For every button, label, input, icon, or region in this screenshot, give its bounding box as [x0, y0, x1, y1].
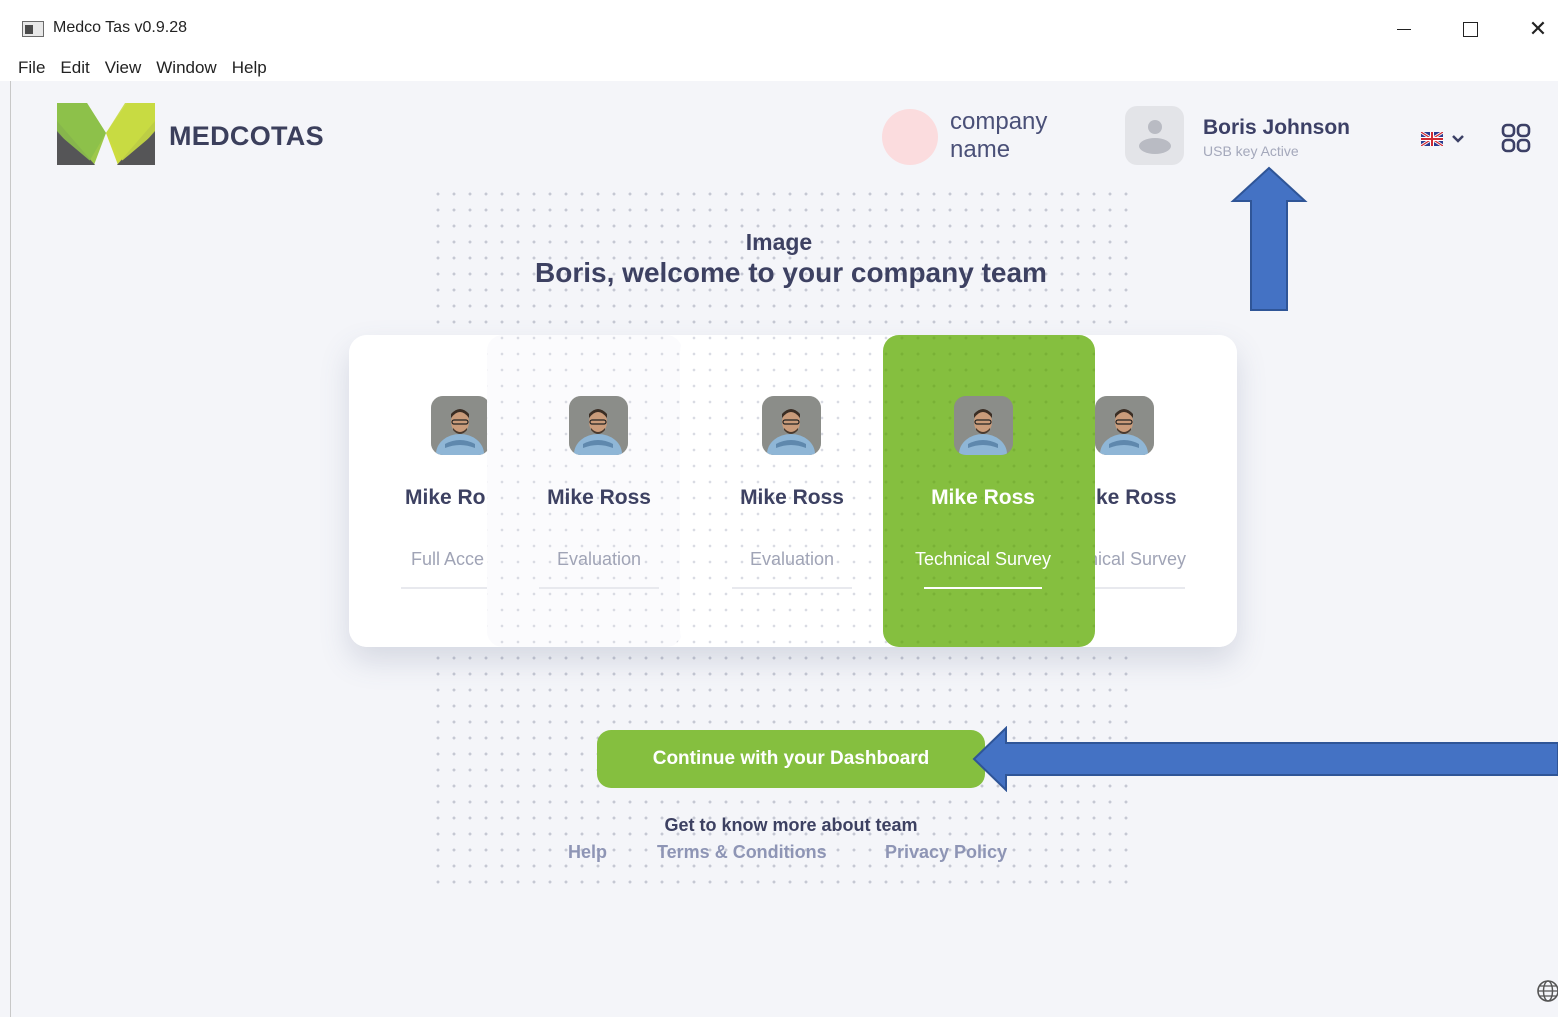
team-member-card[interactable]: Mike Ross Evaluation — [680, 335, 905, 647]
title-bar: Medco Tas v0.9.28 ✕ — [0, 0, 1558, 55]
member-photo — [954, 396, 1013, 455]
member-photo — [431, 396, 489, 455]
member-photo — [762, 396, 821, 455]
privacy-link[interactable]: Privacy Policy — [885, 842, 1007, 863]
team-member-card-selected[interactable]: Mike Ross Technical Survey — [883, 335, 1095, 647]
image-placeholder-label: Image — [745, 229, 813, 255]
member-name: Mike Ro — [405, 486, 486, 509]
grid-icon[interactable] — [1501, 122, 1531, 154]
role-underline — [924, 587, 1042, 589]
member-photo — [569, 396, 628, 455]
team-info-text: Get to know more about team — [664, 815, 918, 835]
member-role: Technical Survey — [914, 549, 1052, 569]
role-underline — [1095, 587, 1185, 589]
user-name[interactable]: Boris Johnson — [1203, 116, 1350, 140]
globe-icon[interactable] — [1535, 978, 1558, 1004]
member-name: Mike Ross — [931, 486, 1035, 509]
continue-dashboard-button[interactable]: Continue with your Dashboard — [597, 730, 985, 788]
member-role: Full Acce — [411, 549, 485, 569]
user-silhouette-icon — [1139, 120, 1171, 154]
member-role: Evaluation — [749, 549, 835, 569]
menu-edit[interactable]: Edit — [60, 58, 89, 78]
menu-file[interactable]: File — [18, 58, 45, 78]
menu-bar: File Edit View Window Help — [0, 55, 1558, 81]
role-underline — [732, 587, 852, 589]
team-member-card[interactable]: Mike Ross Evaluation — [487, 335, 682, 647]
usb-key-status: USB key Active — [1203, 143, 1299, 159]
member-photo — [1095, 396, 1154, 455]
window-title: Medco Tas v0.9.28 — [53, 19, 188, 36]
terms-link[interactable]: Terms & Conditions — [657, 842, 827, 863]
minimize-button[interactable] — [1384, 14, 1424, 44]
maximize-icon — [1462, 21, 1478, 37]
help-link[interactable]: Help — [568, 842, 607, 863]
company-name: company name — [950, 108, 1048, 163]
member-role: Evaluation — [556, 549, 642, 569]
menu-window[interactable]: Window — [156, 58, 216, 78]
team-member-card[interactable]: Mike Ro Full Acce — [349, 335, 489, 647]
menu-help[interactable]: Help — [232, 58, 267, 78]
medcotas-logo-icon — [57, 103, 155, 165]
member-name: Mike Ross — [547, 486, 651, 509]
team-member-card[interactable]: ke Ross nical Survey — [1095, 335, 1237, 647]
close-button[interactable]: ✕ — [1518, 14, 1558, 44]
member-role: nical Survey — [1095, 549, 1187, 569]
chevron-down-icon — [1452, 135, 1464, 143]
annotation-arrow-up-icon — [1230, 166, 1308, 311]
close-icon: ✕ — [1528, 16, 1548, 41]
company-logo-placeholder — [882, 109, 938, 165]
brand-name: MEDCOTAS — [169, 121, 324, 151]
maximize-button[interactable] — [1450, 14, 1490, 44]
app-icon — [22, 21, 44, 37]
welcome-heading: Boris, welcome to your company team — [535, 257, 1047, 288]
role-underline — [539, 587, 659, 589]
member-name: ke Ross — [1096, 486, 1177, 509]
minimize-icon — [1397, 28, 1411, 30]
language-selector[interactable] — [1421, 129, 1473, 149]
user-avatar[interactable] — [1125, 106, 1184, 165]
uk-flag-icon — [1421, 132, 1443, 146]
role-underline — [401, 587, 489, 589]
member-name: Mike Ross — [740, 486, 844, 509]
menu-view[interactable]: View — [105, 58, 142, 78]
annotation-arrow-left-icon — [972, 726, 1558, 792]
